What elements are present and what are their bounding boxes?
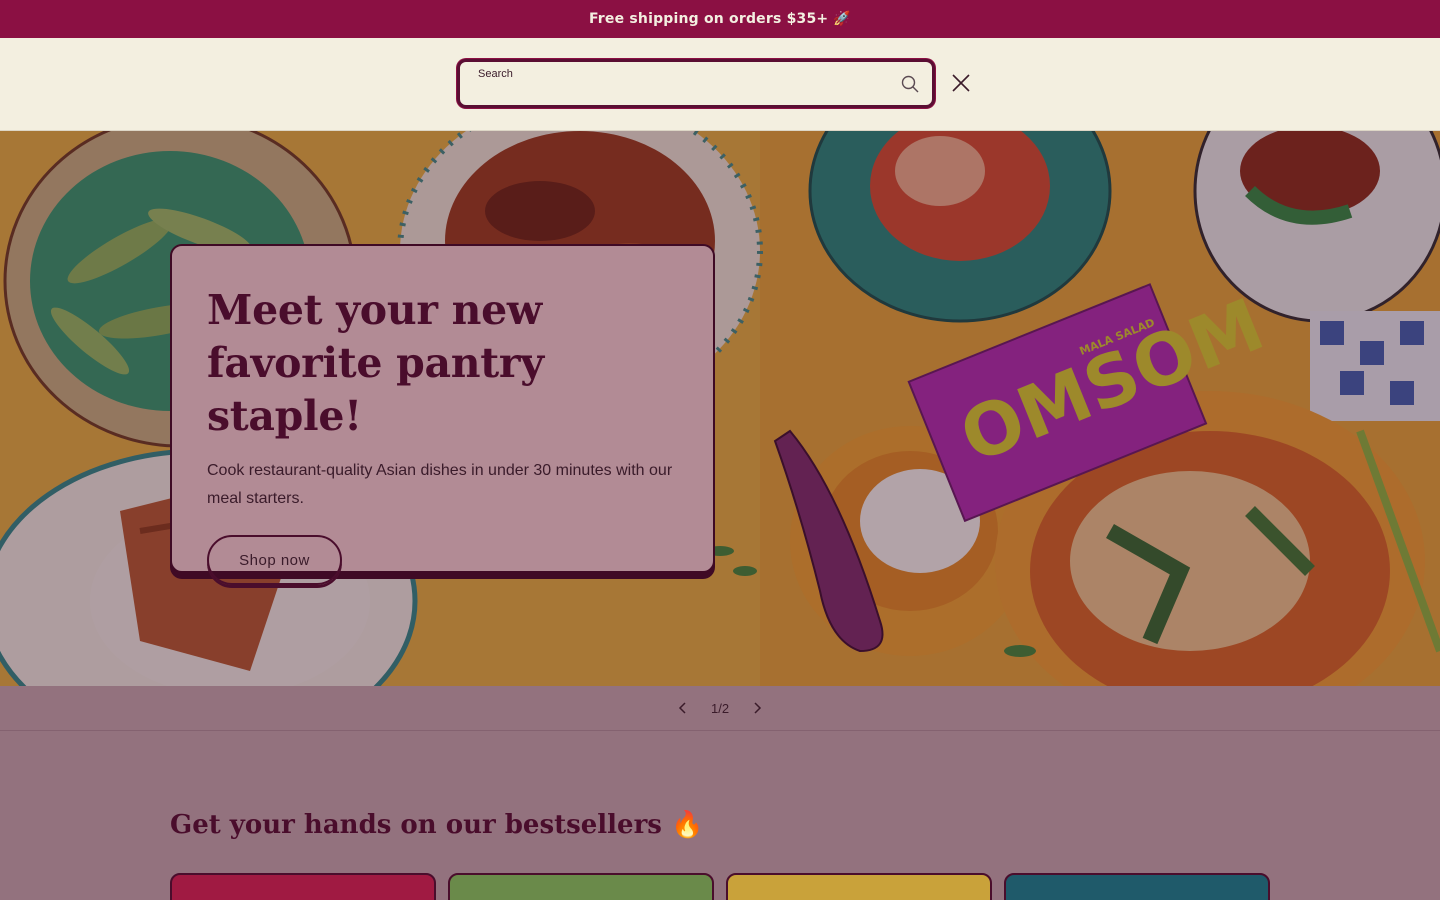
shop-now-button[interactable]: Shop now [207,535,342,585]
next-slide-button[interactable] [737,688,777,728]
close-icon [952,74,970,92]
hero-title: Meet your new favorite pantry staple! [207,286,544,440]
hero-subtitle: Cook restaurant-quality Asian dishes in … [207,462,673,507]
announcement-text: Free shipping on orders $35+ 🚀 [588,11,852,27]
search-button[interactable] [896,70,924,98]
slide-current: 1 [710,700,719,716]
product-card[interactable] [1004,873,1270,900]
product-card[interactable] [170,873,436,900]
close-search-button[interactable] [945,66,977,100]
hero-slideshow: OMSOM MALA SALAD Meet your new favorite … [0,131,1440,686]
search-field[interactable]: Search [457,59,935,108]
hero-content-card: Meet your new favorite pantry staple! Co… [170,244,715,585]
chevron-right-icon [754,702,762,714]
search-label: Search [478,68,513,80]
product-card[interactable] [726,873,992,900]
search-input[interactable] [476,80,876,102]
chevron-left-icon [678,702,686,714]
slide-counter: 1 / 2 [711,701,729,716]
previous-slide-button[interactable] [663,688,703,728]
product-card[interactable] [448,873,714,900]
search-modal: Search [0,38,1440,131]
slider-controls: 1 / 2 [0,686,1440,731]
search-icon [901,75,919,93]
slide-total: 2 [721,700,730,716]
bestsellers-heading: Get your hands on our bestsellers 🔥 [170,810,704,840]
announcement-bar: Free shipping on orders $35+ 🚀 [0,0,1440,38]
